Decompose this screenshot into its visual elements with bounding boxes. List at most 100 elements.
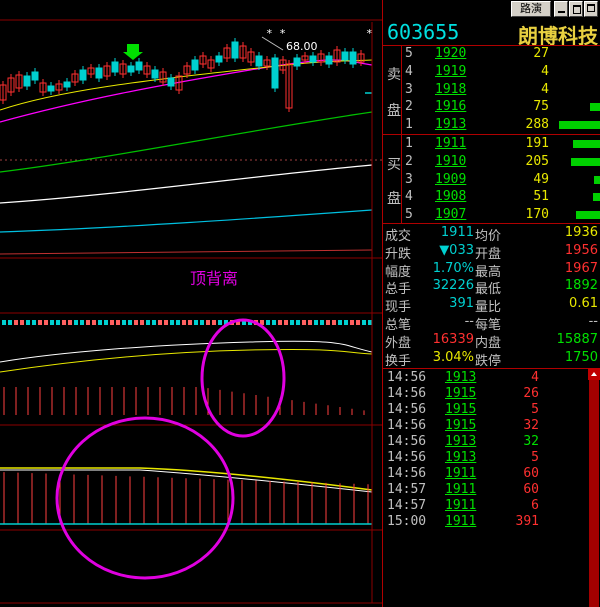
candle-body [111, 61, 119, 73]
kline-chart-area[interactable]: * * * 68.00 顶背离 [0, 0, 382, 607]
bid-volume-bar [573, 140, 600, 148]
stat-label: 成交 [385, 229, 412, 244]
ask-volume: 4 [541, 63, 549, 79]
tick-price: 1911 [445, 498, 477, 513]
strip-bar [44, 320, 48, 325]
strip-bar [38, 320, 42, 325]
ask-price: 1916 [435, 99, 467, 115]
strip-bar [188, 320, 192, 325]
panel-toolbar: 路演 [383, 0, 600, 20]
tick-row[interactable]: 14:57 1911 60 [383, 482, 587, 498]
tick-row[interactable]: 14:56 1913 5 [383, 450, 587, 466]
tick-time: 14:56 [387, 434, 427, 449]
strip-bar [194, 320, 198, 325]
candle-body [191, 59, 199, 71]
tick-price: 1915 [445, 402, 477, 417]
price-marker-label: 68.00 [286, 40, 318, 53]
strip-bar [290, 320, 294, 325]
ask-price: 1920 [435, 46, 467, 61]
candle-body [325, 55, 333, 65]
maximize-button[interactable] [584, 1, 598, 17]
ask-level-row[interactable]: 4 1919 4 [383, 64, 600, 82]
highlight-circle [55, 416, 235, 580]
down-arrow-marker [123, 44, 143, 60]
stat-value: 1936 [564, 225, 598, 240]
bid-level-row[interactable]: 1 1911 191 [383, 136, 600, 154]
stat-value: 15887 [556, 331, 598, 347]
stat-value: 1750 [564, 349, 598, 365]
ask-volume-bar [559, 121, 600, 130]
stat-value: 391 [449, 296, 474, 312]
tick-row[interactable]: 14:57 1911 6 [383, 498, 587, 514]
candle-body [167, 77, 175, 87]
minimize-button[interactable] [554, 1, 568, 17]
strip-bar [50, 320, 54, 325]
strip-bar [368, 320, 372, 325]
tick-row[interactable]: 14:56 1913 4 [383, 370, 587, 386]
stat-value: 0.61 [569, 296, 598, 312]
tick-price: 1911 [445, 482, 477, 497]
strip-bar [344, 320, 348, 325]
stat-label: 现手 [385, 300, 412, 316]
ask-level-row[interactable]: 3 1918 4 [383, 82, 600, 100]
strip-bar [26, 320, 30, 325]
tick-time: 14:56 [387, 402, 427, 417]
candle-body [127, 65, 135, 73]
stat-value: -- [464, 314, 474, 329]
strip-bar [350, 320, 354, 325]
strip-bar [56, 320, 60, 325]
tick-scrollbar[interactable] [588, 368, 600, 607]
tick-row[interactable]: 14:56 1913 32 [383, 434, 587, 450]
broadcast-button[interactable]: 路演 [511, 1, 551, 17]
stat-label: 升跌 [385, 246, 412, 262]
strip-bar [320, 320, 324, 325]
candle-body [215, 55, 223, 63]
tick-volume: 32 [523, 434, 539, 449]
tick-row[interactable]: 14:56 1915 26 [383, 386, 587, 402]
strip-bar [182, 320, 186, 325]
tick-row[interactable]: 15:00 1911 391 [383, 514, 587, 530]
bid-level-row[interactable]: 3 1909 49 [383, 172, 600, 190]
strip-bar [278, 320, 282, 325]
tick-price: 1915 [445, 418, 477, 433]
ask-level-row[interactable]: 1 1913 288 [383, 117, 600, 135]
bid-level-row[interactable]: 4 1908 51 [383, 189, 600, 207]
candle-body [231, 41, 239, 59]
ma-line-white [0, 164, 373, 204]
bid-level-number: 5 [405, 207, 413, 223]
stat-label: 每笔 [475, 318, 502, 333]
ask-price: 1919 [435, 63, 467, 79]
strip-bar [134, 320, 138, 325]
scroll-track[interactable] [589, 380, 599, 607]
minimize-icon [558, 11, 565, 13]
ask-level-row[interactable]: 5 1920 27 [383, 46, 600, 64]
strip-bar [32, 320, 36, 325]
candle-body [255, 55, 263, 67]
indicator-line-yellow [0, 348, 373, 373]
strip-bar [8, 320, 12, 325]
strip-bar [140, 320, 144, 325]
tick-row[interactable]: 14:56 1911 60 [383, 466, 587, 482]
ask-level-row[interactable]: 2 1916 75 [383, 99, 600, 117]
tick-time: 14:57 [387, 498, 427, 513]
tick-volume: 26 [523, 386, 539, 401]
stat-value: 1967 [564, 260, 598, 276]
ma-line-cyan [0, 209, 373, 233]
bid-level-row[interactable]: 2 1910 205 [383, 154, 600, 172]
stat-label: 换手 [385, 353, 412, 369]
tick-price: 1913 [445, 370, 477, 385]
tick-time: 14:57 [387, 482, 427, 497]
tick-row[interactable]: 14:56 1915 32 [383, 418, 587, 434]
candle-body [23, 75, 31, 87]
ask-level-number: 1 [405, 117, 413, 133]
restore-button[interactable] [569, 1, 583, 17]
stat-label: 总笔 [385, 318, 412, 333]
bid-volume: 51 [533, 189, 549, 205]
scroll-up-button[interactable] [588, 368, 600, 380]
tick-volume: 4 [531, 370, 539, 385]
tick-row[interactable]: 14:56 1915 5 [383, 402, 587, 418]
strip-bar [308, 320, 312, 325]
stat-label: 最低 [475, 282, 502, 298]
strip-bar [164, 320, 168, 325]
tick-time: 15:00 [387, 514, 427, 529]
